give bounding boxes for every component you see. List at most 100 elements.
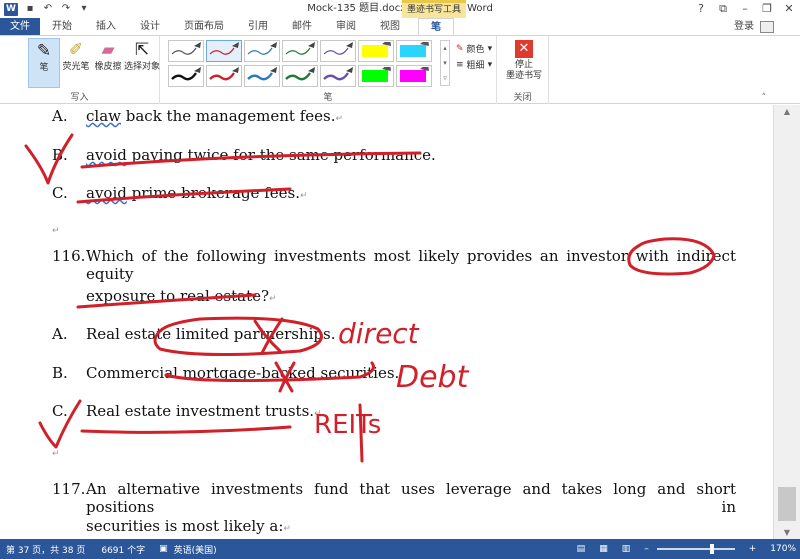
save-icon[interactable]: ▪ — [24, 3, 36, 15]
annotation-debt: Debt — [396, 360, 470, 395]
title-bar: W ▪ ↶ ↷ ▾ Mock-135 题目.docx [兼容模式] - Word… — [0, 0, 800, 18]
option-text: paying twice for the same performance. — [126, 146, 436, 164]
pen-stroke-icon — [362, 67, 391, 82]
pen-swatch[interactable] — [396, 65, 432, 87]
write-group-label: 写入 — [70, 93, 89, 103]
minimize-button[interactable]: – — [734, 0, 756, 18]
empty-paragraph: ↵ — [52, 219, 60, 237]
pen-swatch[interactable] — [206, 65, 242, 87]
tab-layout[interactable]: 页面布局 — [172, 18, 236, 35]
window-controls: ? ⧉ – ❐ ✕ — [690, 0, 800, 18]
ribbon-tabs: 文件 开始 插入 设计 页面布局 引用 邮件 审阅 视图 笔 — [0, 18, 800, 35]
zoom-slider-thumb[interactable] — [709, 544, 714, 554]
zoom-in-icon[interactable]: + — [749, 544, 757, 554]
close-button[interactable]: ✕ — [778, 0, 800, 18]
pen-tool-label: 笔 — [39, 63, 49, 73]
zoom-level[interactable]: 170% — [770, 544, 796, 554]
word-logo-icon[interactable]: W — [4, 2, 18, 16]
highlighter-tool-label: 荧光笔 — [62, 62, 90, 72]
pen-gallery-scroll[interactable]: ▴ ▾ ▿ — [440, 40, 450, 86]
collapse-ribbon-icon[interactable]: ˄ — [762, 93, 767, 103]
pen-swatch[interactable] — [244, 65, 280, 87]
paragraph-mark: ↵ — [269, 294, 277, 304]
sign-in-link[interactable]: 登录 — [734, 18, 754, 35]
zoom-out-icon[interactable]: – — [644, 544, 649, 554]
tab-insert[interactable]: 插入 — [84, 18, 128, 35]
scroll-thumb[interactable] — [778, 487, 796, 521]
pen-swatch[interactable] — [358, 65, 394, 87]
quick-access-toolbar: W ▪ ↶ ↷ ▾ — [0, 0, 90, 18]
restore-button[interactable]: ❐ — [756, 0, 778, 18]
option-label: A. — [52, 325, 68, 343]
pen-swatch[interactable] — [282, 65, 318, 87]
status-bar: 第 37 页，共 38 页 6691 个字 ▣ 英语(美国) ▤ ▦ ▥ – +… — [0, 539, 800, 559]
vertical-scrollbar[interactable]: ▲ ▼ — [773, 105, 800, 539]
pen-icon: ✎ — [36, 41, 52, 61]
select-icon: ⇱ — [134, 40, 150, 60]
highlighter-tool-button[interactable]: ✐ 荧光笔 — [60, 38, 92, 73]
tab-home[interactable]: 开始 — [40, 18, 84, 35]
option-text: prime brokerage fees. — [126, 184, 300, 202]
tab-file[interactable]: 文件 — [0, 18, 40, 35]
pen-swatch[interactable] — [244, 40, 280, 62]
question-text: An alternative investments fund that use… — [86, 480, 736, 516]
pen-weight-label: 粗细 — [466, 61, 485, 71]
pen-stroke-icon — [285, 42, 315, 55]
ribbon: ✎ 笔 ✐ 荧光笔 ▰ 橡皮擦 ⇱ 选择对象 写入 笔 ▴ ▾ ▿ ✎ 颜色 ▾ ≡… — [0, 35, 800, 104]
web-layout-icon[interactable]: ▥ — [622, 544, 631, 554]
avatar[interactable] — [760, 21, 774, 33]
option-text: Real estate investment trusts. — [86, 402, 315, 420]
pen-color-dropdown[interactable]: ✎ 颜色 ▾ — [456, 42, 492, 56]
pen-stroke-icon — [323, 67, 353, 81]
paragraph-mark: ↵ — [283, 524, 291, 534]
redo-icon[interactable]: ↷ — [60, 3, 72, 15]
close-group-label: 关闭 — [513, 93, 532, 103]
ink-tools-context-tab: 墨迹书写工具 — [402, 0, 466, 18]
read-mode-icon[interactable]: ▤ — [577, 544, 586, 554]
page-count[interactable]: 第 37 页，共 38 页 — [6, 543, 85, 556]
option-text-spellcheck: avoid — [86, 184, 127, 202]
pen-swatch[interactable] — [320, 65, 356, 87]
language-indicator[interactable]: 英语(美国) — [174, 543, 217, 556]
undo-icon[interactable]: ↶ — [42, 3, 54, 15]
pen-swatch[interactable] — [282, 40, 318, 62]
help-button[interactable]: ? — [690, 0, 712, 18]
question-text-cont: securities is most likely a:↵ — [86, 517, 291, 535]
document-canvas[interactable]: A. claw back the management fees.↵ B. av… — [0, 105, 773, 539]
pen-swatch[interactable] — [320, 40, 356, 62]
pen-swatch[interactable] — [396, 40, 432, 62]
pen-stroke-icon — [400, 67, 429, 82]
tab-view[interactable]: 视图 — [368, 18, 412, 35]
stop-label-2: 墨迹书写 — [505, 71, 542, 81]
pen-tool-button[interactable]: ✎ 笔 — [28, 38, 60, 88]
tab-pen[interactable]: 笔 — [418, 18, 454, 35]
select-objects-label: 选择对象 — [124, 62, 161, 72]
print-layout-icon[interactable]: ▦ — [599, 544, 608, 554]
select-objects-button[interactable]: ⇱ 选择对象 — [124, 38, 160, 73]
chevron-down-icon: ▾ — [487, 59, 493, 70]
pen-stroke-icon — [247, 42, 277, 55]
pen-swatch[interactable] — [358, 40, 394, 62]
eraser-tool-button[interactable]: ▰ 橡皮擦 — [92, 38, 124, 73]
tab-mailings[interactable]: 邮件 — [280, 18, 324, 35]
weight-icon: ≡ — [456, 59, 464, 70]
tab-design[interactable]: 设计 — [128, 18, 172, 35]
window-title: Mock-135 题目.docx [兼容模式] - Word — [307, 3, 493, 14]
option-label: C. — [52, 184, 68, 202]
tab-review[interactable]: 审阅 — [324, 18, 368, 35]
pen-stroke-icon — [171, 67, 201, 81]
scroll-down-icon[interactable]: ▼ — [774, 528, 800, 537]
pen-swatch[interactable] — [168, 65, 204, 87]
ribbon-display-button[interactable]: ⧉ — [712, 0, 734, 18]
question-text-cont: exposure to real estate?↵ — [86, 287, 277, 305]
tab-references[interactable]: 引用 — [236, 18, 280, 35]
scroll-up-icon[interactable]: ▲ — [774, 107, 800, 116]
proofing-icon[interactable]: ▣ — [159, 544, 168, 554]
pen-swatch[interactable] — [206, 40, 242, 62]
pen-weight-dropdown[interactable]: ≡ 粗细 ▾ — [456, 58, 493, 72]
stop-inking-button[interactable]: ✕ 停止 墨迹书写 — [505, 40, 543, 82]
word-count[interactable]: 6691 个字 — [101, 543, 145, 556]
customize-icon[interactable]: ▾ — [78, 3, 90, 15]
pen-swatch[interactable] — [168, 40, 204, 62]
zoom-slider[interactable] — [656, 544, 735, 554]
